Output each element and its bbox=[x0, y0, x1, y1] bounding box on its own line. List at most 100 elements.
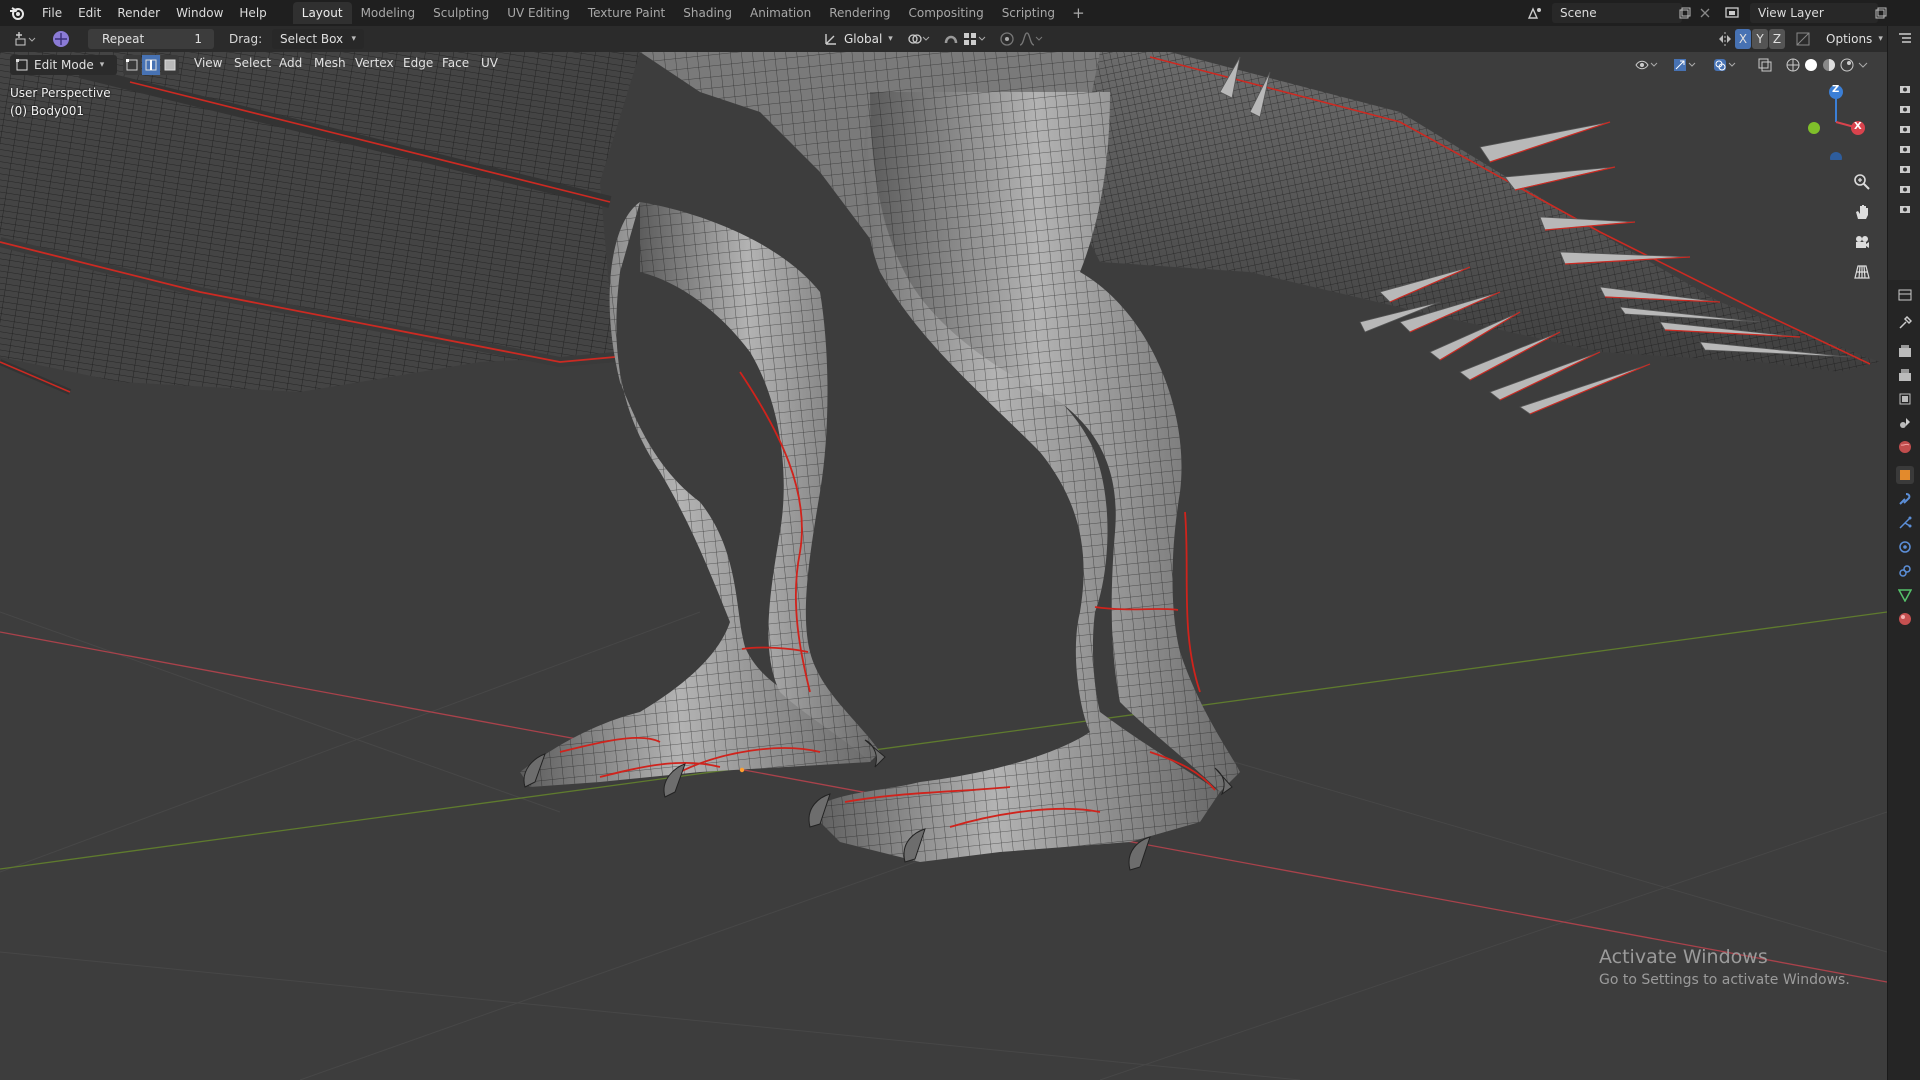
visibility-icon[interactable] bbox=[1632, 55, 1662, 75]
repeat-operator-button[interactable]: Repeat 1 bbox=[88, 29, 214, 49]
drag-select-dropdown[interactable]: Select Box ▾ bbox=[272, 29, 364, 49]
viewport-menu-face[interactable]: Face bbox=[442, 56, 469, 70]
snap-target-icon[interactable] bbox=[960, 29, 990, 49]
scene-name: Scene bbox=[1560, 6, 1597, 20]
new-scene-icon[interactable] bbox=[1674, 3, 1696, 23]
tab-sculpting[interactable]: Sculpting bbox=[424, 2, 498, 24]
tab-animation[interactable]: Animation bbox=[741, 2, 820, 24]
chevron-down-icon: ▾ bbox=[351, 34, 356, 44]
face-select-icon[interactable] bbox=[161, 55, 179, 75]
3d-viewport[interactable]: Edit Mode ▾ View Select Add Mesh Vertex E… bbox=[0, 52, 1887, 1080]
menu-edit[interactable]: Edit bbox=[70, 0, 109, 26]
menu-window[interactable]: Window bbox=[168, 0, 231, 26]
topology-mirror-icon[interactable] bbox=[1792, 29, 1814, 49]
snap-toggle-icon[interactable] bbox=[940, 29, 962, 49]
viewport-menu-mesh[interactable]: Mesh bbox=[314, 56, 346, 70]
gizmo-x-label: X bbox=[1854, 121, 1862, 132]
pivot-point-icon[interactable] bbox=[904, 29, 934, 49]
editor-type-icon[interactable] bbox=[10, 29, 40, 49]
overlays-icon[interactable] bbox=[1710, 55, 1740, 75]
viewport-menu-edge[interactable]: Edge bbox=[403, 56, 433, 70]
viewport-menu-uv[interactable]: UV bbox=[481, 56, 498, 70]
mode-label: Edit Mode bbox=[34, 58, 94, 72]
camera-visibility-icon[interactable] bbox=[1896, 80, 1914, 98]
proportional-falloff-icon[interactable] bbox=[1016, 29, 1046, 49]
object-tab-icon[interactable] bbox=[1896, 466, 1914, 484]
vertex-select-icon[interactable] bbox=[123, 55, 141, 75]
repeat-count: 1 bbox=[194, 32, 202, 46]
tab-rendering[interactable]: Rendering bbox=[820, 2, 899, 24]
repeat-label: Repeat bbox=[102, 32, 145, 46]
proportional-edit-icon[interactable] bbox=[996, 29, 1018, 49]
rendered-shading-icon[interactable] bbox=[1836, 55, 1858, 75]
chevron-down-icon: ▾ bbox=[888, 34, 893, 44]
gizmo-toggle-icon[interactable] bbox=[1670, 55, 1700, 75]
navigation-gizmo[interactable]: Z X bbox=[1794, 80, 1874, 168]
mirror-z-toggle[interactable]: Z bbox=[1769, 29, 1785, 49]
tab-shading[interactable]: Shading bbox=[674, 2, 741, 24]
constraints-tab-icon[interactable] bbox=[1896, 562, 1914, 580]
tool-tab-icon[interactable] bbox=[1896, 314, 1914, 332]
active-tool-icon[interactable] bbox=[50, 29, 72, 49]
tab-uv-editing[interactable]: UV Editing bbox=[498, 2, 579, 24]
view-layer-selector[interactable]: View Layer bbox=[1750, 3, 1878, 23]
camera-visibility-icon[interactable] bbox=[1896, 180, 1914, 198]
tool-header: Repeat 1 Drag: Select Box ▾ Global ▾ X Y Z… bbox=[0, 26, 1887, 52]
physics-tab-icon[interactable] bbox=[1896, 538, 1914, 556]
pan-hand-icon[interactable] bbox=[1848, 198, 1876, 226]
render-tab-icon[interactable] bbox=[1896, 342, 1914, 360]
xray-toggle-icon[interactable] bbox=[1754, 55, 1776, 75]
view-layer-name: View Layer bbox=[1758, 6, 1824, 20]
menu-file[interactable]: File bbox=[34, 0, 70, 26]
menu-render[interactable]: Render bbox=[109, 0, 168, 26]
active-object-label: (0) Body001 bbox=[10, 104, 85, 118]
tab-compositing[interactable]: Compositing bbox=[899, 2, 992, 24]
shading-options-icon[interactable] bbox=[1856, 55, 1870, 75]
scene-tab-icon[interactable] bbox=[1896, 414, 1914, 432]
perspective-toggle-icon[interactable] bbox=[1848, 258, 1876, 286]
transform-orientation-dropdown[interactable]: Global ▾ bbox=[836, 29, 896, 49]
tab-modeling[interactable]: Modeling bbox=[352, 2, 425, 24]
mirror-x-toggle[interactable]: X bbox=[1735, 29, 1751, 49]
view-layer-icon[interactable] bbox=[1722, 3, 1744, 23]
blender-logo-icon[interactable] bbox=[0, 0, 34, 26]
chevron-down-icon: ▾ bbox=[99, 60, 105, 70]
tab-scripting[interactable]: Scripting bbox=[993, 2, 1064, 24]
camera-view-icon[interactable] bbox=[1848, 228, 1876, 256]
mirror-y-toggle[interactable]: Y bbox=[1752, 29, 1768, 49]
tab-layout[interactable]: Layout bbox=[292, 2, 352, 24]
camera-visibility-icon[interactable] bbox=[1896, 120, 1914, 138]
camera-visibility-icon[interactable] bbox=[1896, 100, 1914, 118]
mode-selector[interactable]: Edit Mode ▾ bbox=[10, 55, 117, 75]
options-dropdown[interactable]: Options ▾ bbox=[1818, 29, 1883, 49]
material-tab-icon[interactable] bbox=[1896, 610, 1914, 628]
camera-visibility-icon[interactable] bbox=[1896, 140, 1914, 158]
mirror-icon[interactable] bbox=[1714, 29, 1736, 49]
scene-browse-icon[interactable] bbox=[1524, 3, 1546, 23]
zoom-icon[interactable] bbox=[1848, 168, 1876, 196]
viewport-canvas[interactable] bbox=[0, 52, 1887, 1080]
camera-visibility-icon[interactable] bbox=[1896, 160, 1914, 178]
modifier-tab-icon[interactable] bbox=[1896, 490, 1914, 508]
particles-tab-icon[interactable] bbox=[1896, 514, 1914, 532]
properties-tab-strip bbox=[1887, 280, 1920, 1080]
viewport-menu-select[interactable]: Select bbox=[234, 56, 271, 70]
menu-help[interactable]: Help bbox=[231, 0, 274, 26]
data-tab-icon[interactable] bbox=[1896, 586, 1914, 604]
tab-texture-paint[interactable]: Texture Paint bbox=[579, 2, 674, 24]
new-view-layer-icon[interactable] bbox=[1870, 3, 1892, 23]
edge-select-icon[interactable] bbox=[142, 55, 160, 75]
add-workspace-button[interactable]: + bbox=[1064, 2, 1093, 24]
view-perspective-label: User Perspective bbox=[10, 86, 111, 100]
viewport-menu-add[interactable]: Add bbox=[279, 56, 302, 70]
close-scene-icon[interactable] bbox=[1694, 3, 1716, 23]
viewport-menu-vertex[interactable]: Vertex bbox=[355, 56, 394, 70]
scene-selector[interactable]: Scene bbox=[1552, 3, 1682, 23]
outliner-editor-icon[interactable] bbox=[1896, 30, 1914, 48]
view-layer-tab-icon[interactable] bbox=[1896, 390, 1914, 408]
camera-visibility-icon[interactable] bbox=[1896, 200, 1914, 218]
properties-editor-icon[interactable] bbox=[1896, 286, 1914, 304]
viewport-menu-view[interactable]: View bbox=[194, 56, 222, 70]
output-tab-icon[interactable] bbox=[1896, 366, 1914, 384]
world-tab-icon[interactable] bbox=[1896, 438, 1914, 456]
